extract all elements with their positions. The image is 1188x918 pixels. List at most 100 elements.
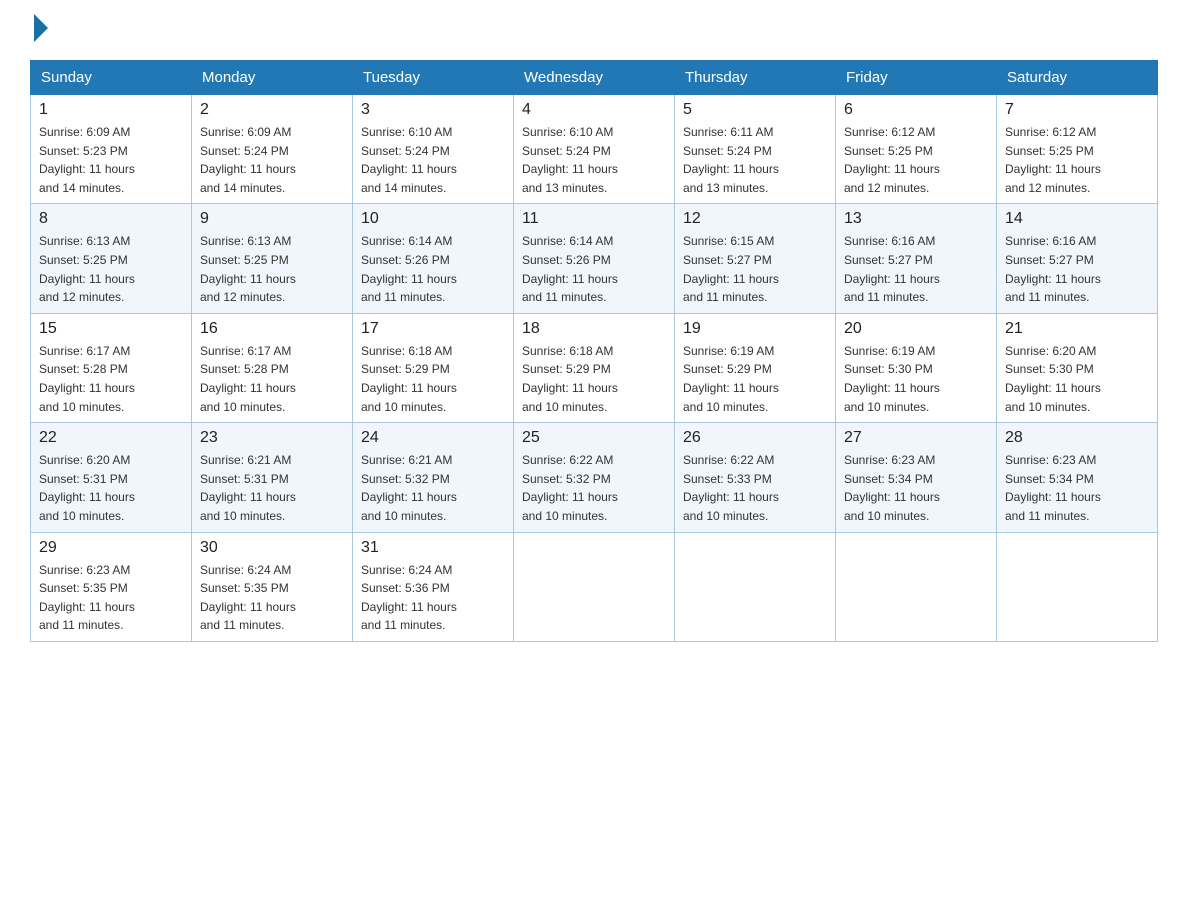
calendar-week-3: 15 Sunrise: 6:17 AM Sunset: 5:28 PM Dayl…: [31, 313, 1158, 422]
day-number: 15: [39, 320, 183, 338]
weekday-header-row: SundayMondayTuesdayWednesdayThursdayFrid…: [31, 61, 1158, 95]
day-info: Sunrise: 6:13 AM Sunset: 5:25 PM Dayligh…: [200, 232, 344, 306]
day-number: 20: [844, 320, 988, 338]
day-info: Sunrise: 6:16 AM Sunset: 5:27 PM Dayligh…: [1005, 232, 1149, 306]
day-info: Sunrise: 6:19 AM Sunset: 5:30 PM Dayligh…: [844, 342, 988, 416]
day-number: 28: [1005, 429, 1149, 447]
calendar-cell: 21 Sunrise: 6:20 AM Sunset: 5:30 PM Dayl…: [997, 313, 1158, 422]
calendar-cell: 25 Sunrise: 6:22 AM Sunset: 5:32 PM Dayl…: [514, 423, 675, 532]
day-info: Sunrise: 6:22 AM Sunset: 5:33 PM Dayligh…: [683, 451, 827, 525]
day-info: Sunrise: 6:21 AM Sunset: 5:32 PM Dayligh…: [361, 451, 505, 525]
calendar-cell: 3 Sunrise: 6:10 AM Sunset: 5:24 PM Dayli…: [353, 95, 514, 204]
calendar-table: SundayMondayTuesdayWednesdayThursdayFrid…: [30, 60, 1158, 642]
calendar-cell: 27 Sunrise: 6:23 AM Sunset: 5:34 PM Dayl…: [836, 423, 997, 532]
day-number: 17: [361, 320, 505, 338]
day-info: Sunrise: 6:18 AM Sunset: 5:29 PM Dayligh…: [522, 342, 666, 416]
day-number: 10: [361, 210, 505, 228]
calendar-cell: 1 Sunrise: 6:09 AM Sunset: 5:23 PM Dayli…: [31, 95, 192, 204]
calendar-cell: [675, 532, 836, 641]
day-number: 6: [844, 101, 988, 119]
day-number: 19: [683, 320, 827, 338]
day-info: Sunrise: 6:23 AM Sunset: 5:35 PM Dayligh…: [39, 561, 183, 635]
day-number: 23: [200, 429, 344, 447]
calendar-week-1: 1 Sunrise: 6:09 AM Sunset: 5:23 PM Dayli…: [31, 95, 1158, 204]
day-number: 26: [683, 429, 827, 447]
calendar-cell: 19 Sunrise: 6:19 AM Sunset: 5:29 PM Dayl…: [675, 313, 836, 422]
calendar-cell: 5 Sunrise: 6:11 AM Sunset: 5:24 PM Dayli…: [675, 95, 836, 204]
day-number: 9: [200, 210, 344, 228]
calendar-body: 1 Sunrise: 6:09 AM Sunset: 5:23 PM Dayli…: [31, 95, 1158, 642]
weekday-header-tuesday: Tuesday: [353, 61, 514, 95]
calendar-cell: 7 Sunrise: 6:12 AM Sunset: 5:25 PM Dayli…: [997, 95, 1158, 204]
calendar-week-5: 29 Sunrise: 6:23 AM Sunset: 5:35 PM Dayl…: [31, 532, 1158, 641]
day-info: Sunrise: 6:16 AM Sunset: 5:27 PM Dayligh…: [844, 232, 988, 306]
calendar-cell: 24 Sunrise: 6:21 AM Sunset: 5:32 PM Dayl…: [353, 423, 514, 532]
calendar-cell: 10 Sunrise: 6:14 AM Sunset: 5:26 PM Dayl…: [353, 204, 514, 313]
calendar-cell: 9 Sunrise: 6:13 AM Sunset: 5:25 PM Dayli…: [192, 204, 353, 313]
day-info: Sunrise: 6:20 AM Sunset: 5:30 PM Dayligh…: [1005, 342, 1149, 416]
logo: [30, 20, 48, 42]
logo-arrow-icon: [34, 14, 48, 42]
day-info: Sunrise: 6:12 AM Sunset: 5:25 PM Dayligh…: [844, 123, 988, 197]
weekday-header-sunday: Sunday: [31, 61, 192, 95]
day-number: 5: [683, 101, 827, 119]
calendar-cell: 26 Sunrise: 6:22 AM Sunset: 5:33 PM Dayl…: [675, 423, 836, 532]
calendar-cell: 20 Sunrise: 6:19 AM Sunset: 5:30 PM Dayl…: [836, 313, 997, 422]
calendar-cell: 11 Sunrise: 6:14 AM Sunset: 5:26 PM Dayl…: [514, 204, 675, 313]
weekday-header-saturday: Saturday: [997, 61, 1158, 95]
day-number: 27: [844, 429, 988, 447]
day-info: Sunrise: 6:13 AM Sunset: 5:25 PM Dayligh…: [39, 232, 183, 306]
calendar-week-4: 22 Sunrise: 6:20 AM Sunset: 5:31 PM Dayl…: [31, 423, 1158, 532]
day-number: 14: [1005, 210, 1149, 228]
day-info: Sunrise: 6:24 AM Sunset: 5:35 PM Dayligh…: [200, 561, 344, 635]
calendar-cell: 6 Sunrise: 6:12 AM Sunset: 5:25 PM Dayli…: [836, 95, 997, 204]
day-number: 7: [1005, 101, 1149, 119]
calendar-week-2: 8 Sunrise: 6:13 AM Sunset: 5:25 PM Dayli…: [31, 204, 1158, 313]
day-number: 24: [361, 429, 505, 447]
calendar-cell: 12 Sunrise: 6:15 AM Sunset: 5:27 PM Dayl…: [675, 204, 836, 313]
calendar-cell: 13 Sunrise: 6:16 AM Sunset: 5:27 PM Dayl…: [836, 204, 997, 313]
day-info: Sunrise: 6:18 AM Sunset: 5:29 PM Dayligh…: [361, 342, 505, 416]
day-number: 8: [39, 210, 183, 228]
calendar-cell: 31 Sunrise: 6:24 AM Sunset: 5:36 PM Dayl…: [353, 532, 514, 641]
day-info: Sunrise: 6:09 AM Sunset: 5:23 PM Dayligh…: [39, 123, 183, 197]
calendar-cell: 18 Sunrise: 6:18 AM Sunset: 5:29 PM Dayl…: [514, 313, 675, 422]
calendar-cell: 23 Sunrise: 6:21 AM Sunset: 5:31 PM Dayl…: [192, 423, 353, 532]
calendar-cell: 17 Sunrise: 6:18 AM Sunset: 5:29 PM Dayl…: [353, 313, 514, 422]
weekday-header-monday: Monday: [192, 61, 353, 95]
day-info: Sunrise: 6:17 AM Sunset: 5:28 PM Dayligh…: [200, 342, 344, 416]
day-number: 13: [844, 210, 988, 228]
day-number: 18: [522, 320, 666, 338]
calendar-cell: [997, 532, 1158, 641]
day-info: Sunrise: 6:15 AM Sunset: 5:27 PM Dayligh…: [683, 232, 827, 306]
calendar-cell: [836, 532, 997, 641]
day-number: 22: [39, 429, 183, 447]
day-info: Sunrise: 6:12 AM Sunset: 5:25 PM Dayligh…: [1005, 123, 1149, 197]
day-number: 16: [200, 320, 344, 338]
day-number: 25: [522, 429, 666, 447]
calendar-cell: 14 Sunrise: 6:16 AM Sunset: 5:27 PM Dayl…: [997, 204, 1158, 313]
day-number: 30: [200, 539, 344, 557]
calendar-cell: 4 Sunrise: 6:10 AM Sunset: 5:24 PM Dayli…: [514, 95, 675, 204]
calendar-cell: 2 Sunrise: 6:09 AM Sunset: 5:24 PM Dayli…: [192, 95, 353, 204]
day-number: 4: [522, 101, 666, 119]
day-info: Sunrise: 6:09 AM Sunset: 5:24 PM Dayligh…: [200, 123, 344, 197]
day-info: Sunrise: 6:14 AM Sunset: 5:26 PM Dayligh…: [522, 232, 666, 306]
calendar-cell: 15 Sunrise: 6:17 AM Sunset: 5:28 PM Dayl…: [31, 313, 192, 422]
calendar-cell: 22 Sunrise: 6:20 AM Sunset: 5:31 PM Dayl…: [31, 423, 192, 532]
day-info: Sunrise: 6:14 AM Sunset: 5:26 PM Dayligh…: [361, 232, 505, 306]
day-info: Sunrise: 6:19 AM Sunset: 5:29 PM Dayligh…: [683, 342, 827, 416]
day-number: 12: [683, 210, 827, 228]
day-info: Sunrise: 6:22 AM Sunset: 5:32 PM Dayligh…: [522, 451, 666, 525]
day-number: 2: [200, 101, 344, 119]
day-number: 31: [361, 539, 505, 557]
calendar-cell: [514, 532, 675, 641]
weekday-header-friday: Friday: [836, 61, 997, 95]
calendar-cell: 16 Sunrise: 6:17 AM Sunset: 5:28 PM Dayl…: [192, 313, 353, 422]
calendar-cell: 8 Sunrise: 6:13 AM Sunset: 5:25 PM Dayli…: [31, 204, 192, 313]
day-number: 11: [522, 210, 666, 228]
weekday-header-thursday: Thursday: [675, 61, 836, 95]
day-info: Sunrise: 6:17 AM Sunset: 5:28 PM Dayligh…: [39, 342, 183, 416]
day-info: Sunrise: 6:10 AM Sunset: 5:24 PM Dayligh…: [522, 123, 666, 197]
day-number: 3: [361, 101, 505, 119]
